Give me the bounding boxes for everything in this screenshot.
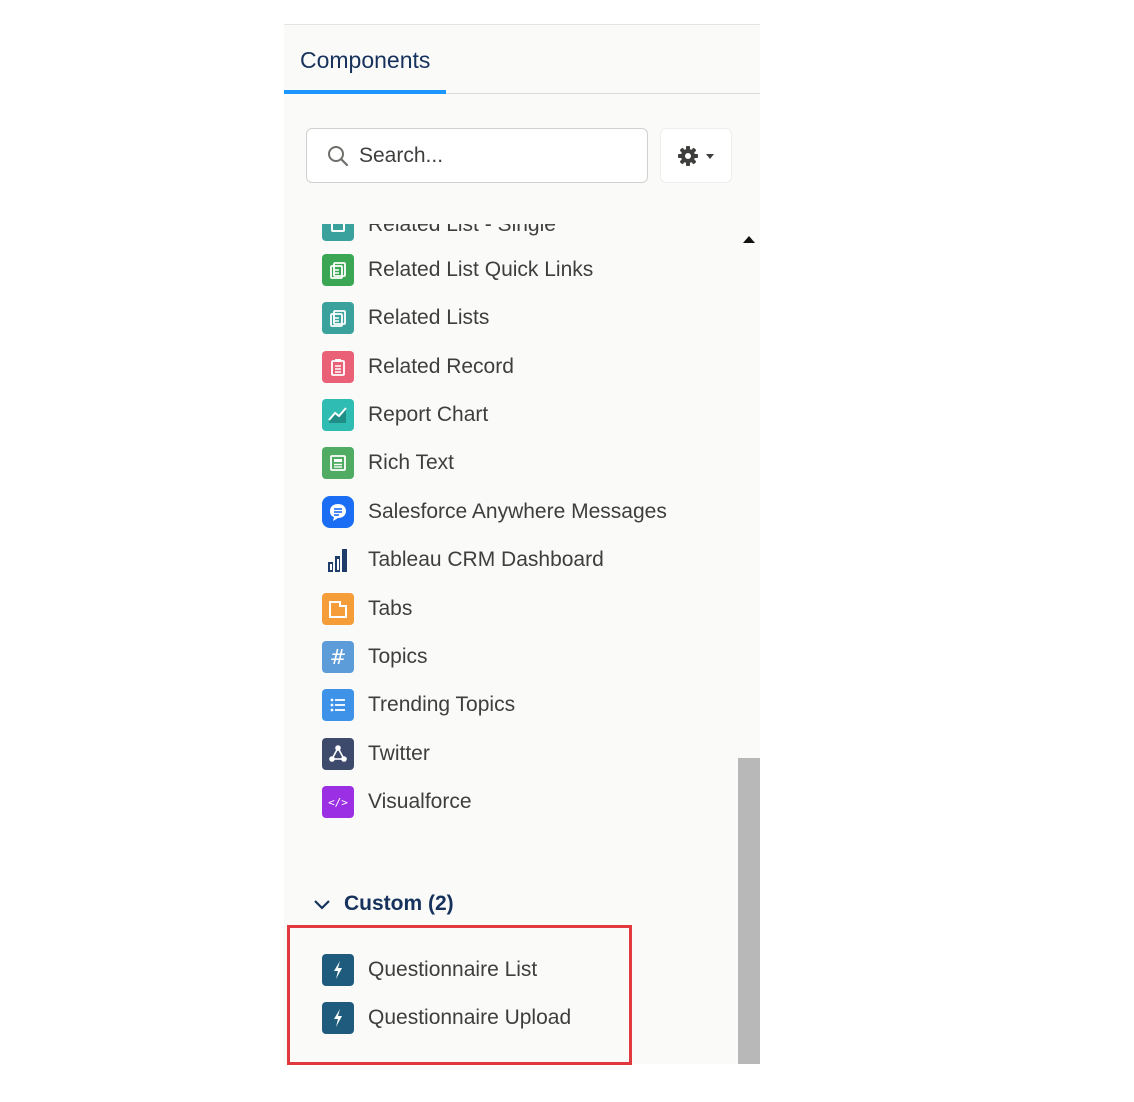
rich-text-icon bbox=[322, 447, 354, 479]
list-item-label: Rich Text bbox=[368, 451, 454, 474]
scrollbar[interactable] bbox=[738, 224, 760, 1064]
chevron-down-icon bbox=[706, 153, 714, 159]
gear-icon bbox=[678, 145, 698, 166]
list-item-label: Topics bbox=[368, 645, 428, 668]
active-tab-indicator bbox=[284, 90, 446, 94]
tab-bar: Components bbox=[284, 25, 760, 94]
chat-bubble-icon bbox=[322, 496, 354, 528]
custom-section-header: Custom (2) bbox=[344, 892, 454, 915]
search-input[interactable] bbox=[359, 135, 629, 176]
list-item-label: Salesforce Anywhere Messages bbox=[368, 500, 667, 523]
list-item-related-list-quick-links[interactable]: Related List Quick Links bbox=[322, 253, 593, 287]
list-item-salesforce-anywhere-messages[interactable]: Salesforce Anywhere Messages bbox=[322, 495, 667, 529]
list-item-report-chart[interactable]: Report Chart bbox=[322, 398, 488, 432]
list-item-topics[interactable]: # Topics bbox=[322, 640, 428, 674]
list-item-label: Twitter bbox=[368, 742, 430, 765]
panel-top-bar bbox=[284, 0, 760, 25]
list-item-related-record[interactable]: Related Record bbox=[322, 350, 514, 384]
custom-section-toggle[interactable]: Custom (2) bbox=[312, 888, 454, 920]
list-item-label: Related List Quick Links bbox=[368, 258, 594, 281]
list-item-tabs[interactable]: Tabs bbox=[322, 592, 412, 626]
clipboard-icon bbox=[322, 351, 354, 383]
list-item-tableau-crm-dashboard[interactable]: Tableau CRM Dashboard bbox=[322, 543, 604, 577]
list-item-label: Trending Topics bbox=[368, 693, 516, 716]
list-item-label: Tabs bbox=[368, 597, 413, 620]
tab-components-label: Components bbox=[300, 47, 431, 73]
list-item-label: Related Record bbox=[368, 355, 514, 378]
list-item-label: Related List - Single bbox=[368, 224, 556, 236]
list-item-label: Tableau CRM Dashboard bbox=[368, 548, 604, 571]
chevron-down-icon bbox=[314, 900, 330, 910]
search-icon bbox=[328, 145, 349, 166]
list-item-label: Visualforce bbox=[368, 790, 472, 813]
highlight-box bbox=[287, 925, 632, 1065]
hashtag-icon: # bbox=[322, 641, 354, 673]
scroll-up-arrow-icon[interactable] bbox=[743, 236, 755, 243]
list-item-twitter[interactable]: Twitter bbox=[322, 737, 430, 771]
search-box[interactable] bbox=[306, 128, 648, 183]
related-list-icon bbox=[322, 254, 354, 286]
list-item[interactable]: Related List - Single bbox=[322, 224, 556, 242]
code-icon: </> bbox=[322, 786, 354, 818]
list-item-trending-topics[interactable]: Trending Topics bbox=[322, 688, 515, 722]
settings-menu-button[interactable] bbox=[660, 128, 732, 183]
network-icon bbox=[322, 738, 354, 770]
related-list-icon bbox=[322, 224, 354, 241]
list-item-related-lists[interactable]: Related Lists bbox=[322, 301, 489, 335]
bar-chart-icon bbox=[322, 544, 354, 576]
tabs-icon bbox=[322, 593, 354, 625]
list-item-rich-text[interactable]: Rich Text bbox=[322, 446, 454, 480]
related-list-icon bbox=[322, 302, 354, 334]
list-icon bbox=[322, 689, 354, 721]
line-chart-icon bbox=[322, 399, 354, 431]
list-item-label: Report Chart bbox=[368, 403, 489, 426]
list-item-visualforce[interactable]: </> Visualforce bbox=[322, 785, 472, 819]
list-item-label: Related Lists bbox=[368, 306, 490, 329]
scrollbar-thumb[interactable] bbox=[738, 758, 760, 1064]
tab-components[interactable]: Components bbox=[284, 25, 446, 94]
